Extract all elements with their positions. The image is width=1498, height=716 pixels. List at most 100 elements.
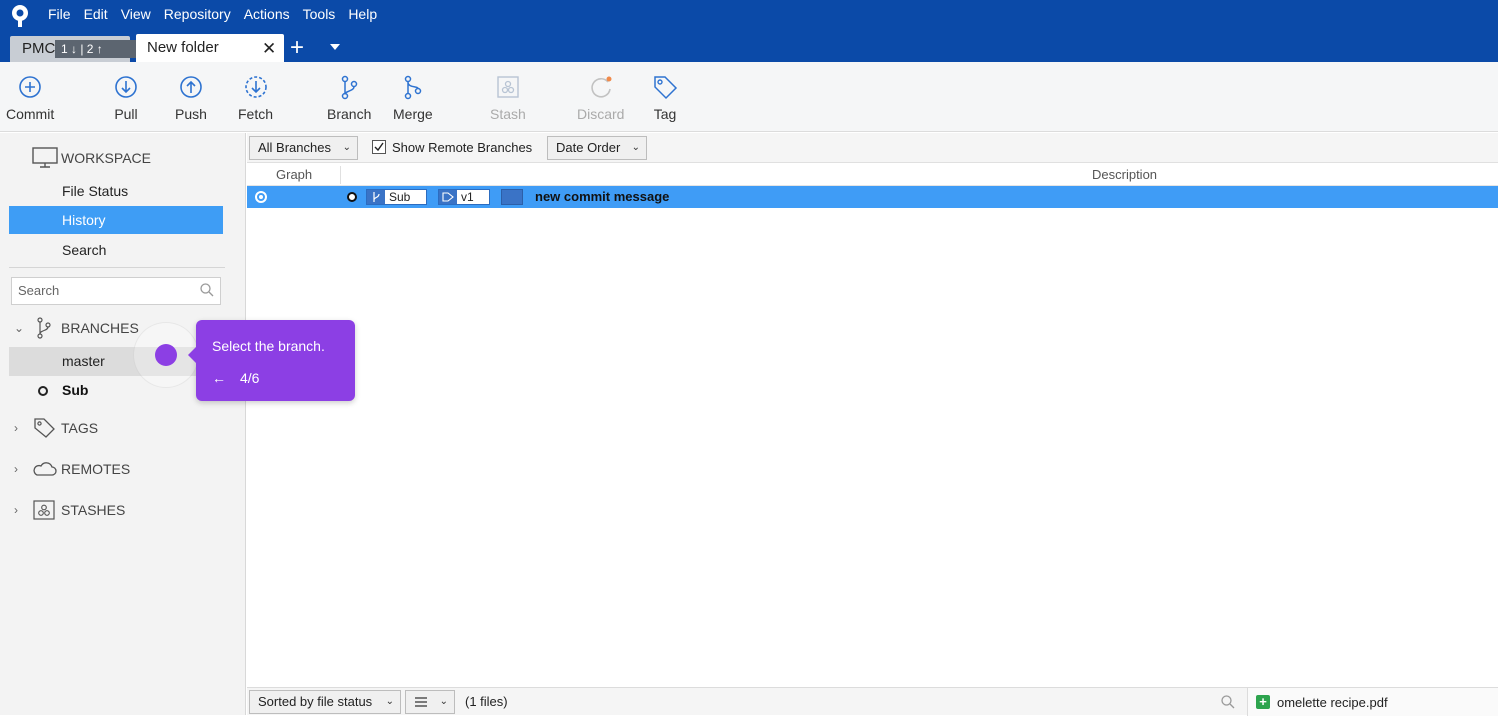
tab-repo-label: PMC — [22, 40, 56, 57]
cloud-icon — [33, 462, 57, 476]
merge-icon — [404, 75, 422, 100]
tag-button[interactable]: Tag — [652, 74, 678, 122]
menu-repository[interactable]: Repository — [164, 6, 231, 22]
tag-icon — [34, 418, 55, 438]
commit-message: new commit message — [535, 189, 670, 204]
menu-help[interactable]: Help — [348, 6, 377, 22]
tag-ref-chip: v1 — [438, 189, 490, 205]
tag-icon — [654, 76, 678, 100]
search-icon[interactable] — [1220, 694, 1236, 710]
branch-icon — [367, 190, 385, 204]
sidebar-item-search[interactable]: Search — [9, 236, 223, 264]
stash-icon — [497, 76, 519, 98]
branches-filter-value: All Branches — [258, 140, 331, 155]
tags-section-header[interactable]: › TAGS — [14, 416, 98, 440]
stashes-section-header[interactable]: › STASHES — [14, 498, 125, 522]
sidebar-divider — [9, 267, 225, 268]
tour-tooltip-text: Select the branch. — [212, 338, 325, 354]
branch-ref-chip: Sub — [366, 189, 427, 205]
chevron-right-icon: › — [14, 462, 18, 476]
head-indicator-icon — [347, 192, 357, 202]
branch-ref-label: Sub — [389, 190, 411, 204]
remotes-heading: REMOTES — [61, 461, 131, 477]
tab-repo[interactable]: PMC 1 ↓ | 2 ↑ — [10, 36, 138, 62]
tab-menu-chevron-icon[interactable] — [330, 44, 340, 50]
chevron-right-icon: › — [14, 503, 18, 517]
tag-icon — [439, 190, 457, 204]
file-added-icon: + — [1256, 695, 1270, 709]
view-mode-select[interactable]: ⌄ — [405, 690, 455, 714]
search-icon — [200, 283, 214, 297]
sidebar: WORKSPACE File Status History Search Sea… — [0, 133, 246, 715]
stashes-heading: STASHES — [61, 502, 126, 518]
pull-icon — [115, 76, 137, 98]
pull-label: Pull — [114, 106, 138, 122]
graph-node-icon — [255, 191, 267, 203]
close-tab-icon[interactable]: ✕ — [262, 39, 276, 59]
history-column-header: Graph Description — [247, 164, 1498, 186]
tour-tooltip: Select the branch. ← 4/6 — [188, 320, 355, 401]
menu-edit[interactable]: Edit — [84, 6, 108, 22]
commit-icon — [19, 76, 41, 98]
menu-actions[interactable]: Actions — [244, 6, 290, 22]
column-separator[interactable] — [340, 166, 341, 184]
tab-strip: PMC 1 ↓ | 2 ↑ New folder ✕ + — [0, 34, 1498, 62]
back-arrow-icon[interactable]: ← — [212, 370, 226, 386]
branch-label: Branch — [327, 106, 372, 122]
show-remote-branches-label: Show Remote Branches — [392, 140, 533, 155]
tab-repo-sync-badge: 1 ↓ | 2 ↑ — [55, 40, 138, 58]
branches-filter-select[interactable]: All Branches ⌄ — [249, 136, 358, 160]
remotes-section-header[interactable]: › REMOTES — [14, 457, 130, 481]
history-panel: All Branches ⌄ Show Remote Branches Date… — [247, 133, 1498, 715]
fetch-button[interactable]: Fetch — [238, 74, 273, 122]
pull-button[interactable]: Pull — [113, 74, 139, 122]
discard-button[interactable]: Discard — [577, 74, 624, 122]
tour-hotspot[interactable] — [155, 344, 177, 366]
commit-button[interactable]: Commit — [6, 74, 54, 122]
stash-button[interactable]: Stash — [490, 74, 526, 122]
file-list-bar: Sorted by file status ⌄ ⌄ (1 files) + om… — [247, 687, 1498, 716]
toolbar: Commit Pull Push Fetch Branch Merge Stas… — [0, 62, 1498, 132]
files-count: (1 files) — [465, 694, 508, 709]
add-tab-icon[interactable]: + — [290, 34, 304, 62]
order-select[interactable]: Date Order ⌄ — [547, 136, 647, 160]
monitor-icon — [32, 147, 58, 168]
tab-new-folder[interactable]: New folder ✕ — [136, 34, 284, 62]
column-graph[interactable]: Graph — [276, 167, 312, 182]
file-list-item[interactable]: + omelette recipe.pdf — [1247, 688, 1498, 716]
fetch-label: Fetch — [238, 106, 274, 122]
stash-label: Stash — [490, 106, 526, 122]
column-description[interactable]: Description — [1092, 167, 1157, 182]
push-label: Push — [175, 106, 207, 122]
menu-file[interactable]: File — [48, 6, 71, 22]
commit-row[interactable]: Sub v1 new commit message — [247, 186, 1498, 208]
push-button[interactable]: Push — [175, 74, 207, 122]
branches-heading: BRANCHES — [61, 320, 139, 336]
show-remote-branches-checkbox[interactable] — [372, 140, 386, 154]
menu-view[interactable]: View — [121, 6, 151, 22]
merge-button[interactable]: Merge — [393, 74, 433, 122]
tag-label: Tag — [653, 106, 677, 122]
chevron-down-icon: ⌄ — [631, 142, 640, 153]
sidebar-item-file-status[interactable]: File Status — [9, 177, 223, 205]
sidebar-item-history[interactable]: History — [9, 206, 223, 234]
chevron-right-icon: › — [14, 421, 18, 435]
menu-tools[interactable]: Tools — [303, 6, 336, 22]
discard-icon — [591, 76, 612, 98]
stash-icon — [33, 500, 55, 520]
chevron-down-icon: ⌄ — [342, 142, 351, 153]
list-view-icon — [415, 697, 427, 707]
branches-section-header[interactable]: ⌄ BRANCHES — [14, 316, 139, 340]
file-name: omelette recipe.pdf — [1277, 695, 1388, 710]
sidebar-search-input[interactable]: Search — [11, 277, 221, 305]
sort-value: Sorted by file status — [258, 694, 373, 709]
push-icon — [180, 76, 202, 98]
sort-select[interactable]: Sorted by file status ⌄ — [249, 690, 401, 714]
branch-button[interactable]: Branch — [327, 74, 371, 122]
history-filter-bar: All Branches ⌄ Show Remote Branches Date… — [247, 133, 1498, 163]
sourcetree-logo-icon — [12, 5, 28, 27]
current-branch-icon — [38, 386, 48, 396]
tags-heading: TAGS — [61, 420, 99, 436]
checkmark-icon — [374, 142, 384, 152]
fetch-icon — [244, 76, 267, 98]
